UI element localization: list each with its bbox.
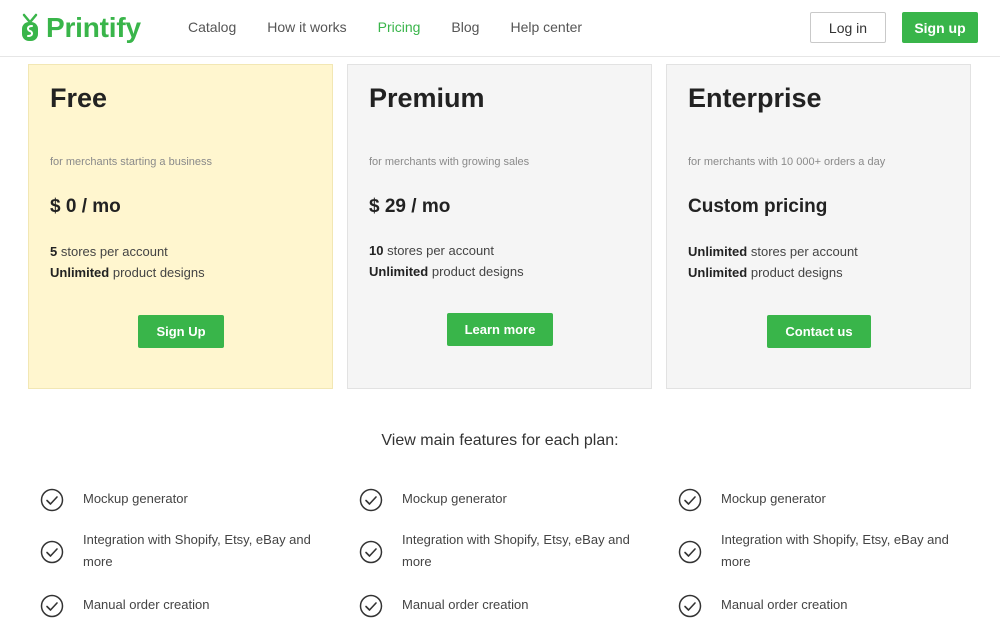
- plan-price: $ 29 / mo: [369, 196, 451, 217]
- plan-stores-line: 5 stores per account: [50, 244, 168, 259]
- feature-label: Mockup generator: [83, 491, 188, 506]
- feature-item: Integration with Shopify, Etsy, eBay and…: [678, 532, 949, 569]
- feature-item: Mockup generator: [678, 488, 826, 512]
- feature-item: Manual order creation: [359, 594, 528, 618]
- plan-title: Enterprise: [688, 83, 822, 113]
- plan-subtitle: for merchants starting a business: [50, 156, 213, 168]
- nav-help-center[interactable]: Help center: [510, 19, 582, 35]
- plan-stores-line: Unlimited stores per account: [688, 244, 858, 259]
- plan-stores-line: 10 stores per account: [369, 243, 495, 258]
- site-header: Printify Catalog How it works Pricing Bl…: [0, 0, 1000, 57]
- feature-item: Manual order creation: [40, 594, 209, 618]
- check-circle-icon: [40, 540, 64, 564]
- check-circle-icon: [40, 594, 64, 618]
- feature-label: Integration with Shopify, Etsy, eBay and…: [721, 532, 949, 569]
- feature-item: Integration with Shopify, Etsy, eBay and…: [40, 532, 311, 569]
- check-circle-icon: [359, 594, 383, 618]
- enterprise-contact-button[interactable]: Contact us: [767, 315, 871, 348]
- nav-pricing[interactable]: Pricing: [378, 19, 421, 35]
- feature-item: Integration with Shopify, Etsy, eBay and…: [359, 532, 630, 569]
- plan-price: $ 0 / mo: [50, 196, 121, 217]
- free-signup-button[interactable]: Sign Up: [138, 315, 224, 348]
- check-circle-icon: [678, 540, 702, 564]
- check-circle-icon: [678, 594, 702, 618]
- premium-learn-more-button[interactable]: Learn more: [447, 313, 553, 346]
- printify-logo-icon: [22, 13, 38, 41]
- logo-text: Printify: [46, 12, 141, 43]
- plan-card-premium: Premium for merchants with growing sales…: [347, 64, 652, 389]
- plan-card-free: Free for merchants starting a business $…: [28, 64, 333, 389]
- nav-blog[interactable]: Blog: [451, 19, 479, 35]
- printify-logo[interactable]: Printify: [20, 10, 141, 46]
- plan-designs-line: Unlimited product designs: [50, 265, 205, 280]
- plan-details: Unlimited stores per account Unlimited p…: [688, 241, 858, 283]
- plan-details: 5 stores per account Unlimited product d…: [50, 241, 205, 283]
- signup-button[interactable]: Sign up: [902, 12, 978, 43]
- feature-label: Manual order creation: [402, 597, 529, 612]
- feature-label: Integration with Shopify, Etsy, eBay and…: [83, 532, 311, 569]
- plan-designs-line: Unlimited product designs: [369, 264, 524, 279]
- login-button[interactable]: Log in: [810, 12, 886, 43]
- feature-label: Integration with Shopify, Etsy, eBay and…: [402, 532, 630, 569]
- plan-title: Free: [50, 83, 108, 113]
- feature-label: Manual order creation: [721, 597, 848, 612]
- check-circle-icon: [359, 540, 383, 564]
- plan-designs-line: Unlimited product designs: [688, 265, 843, 280]
- feature-label: Mockup generator: [402, 491, 507, 506]
- plan-title: Premium: [369, 83, 485, 113]
- nav-catalog[interactable]: Catalog: [188, 19, 236, 35]
- nav-how-it-works[interactable]: How it works: [267, 19, 346, 35]
- plan-subtitle: for merchants with growing sales: [369, 156, 530, 168]
- check-circle-icon: [678, 488, 702, 512]
- plan-card-enterprise: Enterprise for merchants with 10 000+ or…: [666, 64, 971, 389]
- check-circle-icon: [359, 488, 383, 512]
- features-heading: View main features for each plan:: [381, 432, 619, 449]
- plan-details: 10 stores per account Unlimited product …: [369, 240, 524, 282]
- feature-label: Mockup generator: [721, 491, 826, 506]
- feature-item: Mockup generator: [359, 488, 507, 512]
- plan-price: Custom pricing: [688, 196, 828, 217]
- main-nav: Catalog How it works Pricing Blog Help c…: [188, 19, 613, 35]
- check-circle-icon: [40, 488, 64, 512]
- feature-item: Mockup generator: [40, 488, 188, 512]
- plan-subtitle: for merchants with 10 000+ orders a day: [688, 156, 886, 168]
- feature-item: Manual order creation: [678, 594, 847, 618]
- feature-label: Manual order creation: [83, 597, 210, 612]
